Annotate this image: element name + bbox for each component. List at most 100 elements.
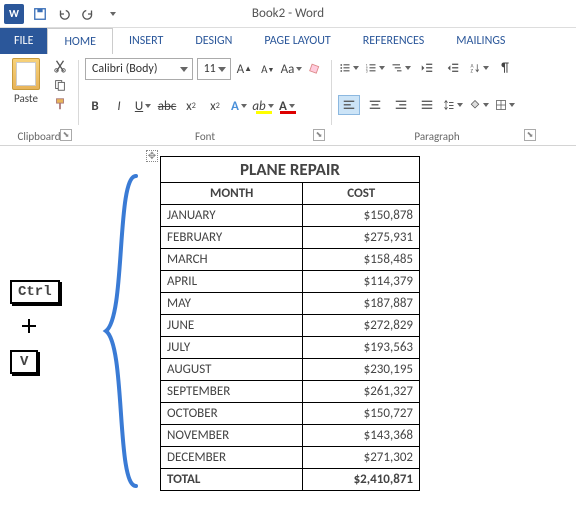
table-row[interactable]: AUGUST$230,195 <box>161 359 420 381</box>
shading-icon[interactable] <box>468 95 490 115</box>
bold-button[interactable]: B <box>85 96 105 116</box>
total-label: TOTAL <box>161 469 303 491</box>
cell-cost: $143,368 <box>303 425 420 447</box>
decrease-indent-icon[interactable] <box>416 58 438 78</box>
tab-insert[interactable]: INSERT <box>113 28 179 54</box>
table-row[interactable]: APRIL$114,379 <box>161 271 420 293</box>
cut-icon[interactable] <box>52 58 68 74</box>
cell-cost: $158,485 <box>303 249 420 271</box>
tab-mailings[interactable]: MAILINGS <box>440 28 521 54</box>
cell-month: JUNE <box>161 315 303 337</box>
save-icon[interactable] <box>32 6 48 22</box>
ribbon-tabs: FILE HOME INSERT DESIGN PAGE LAYOUT REFE… <box>0 28 576 54</box>
numbering-icon[interactable]: 123 <box>364 58 386 78</box>
subscript-button[interactable]: x2 <box>181 96 201 116</box>
header-cost: COST <box>303 183 420 205</box>
tab-home[interactable]: HOME <box>47 28 113 54</box>
align-left-icon[interactable] <box>338 95 360 115</box>
redo-icon[interactable] <box>80 6 96 22</box>
sort-icon[interactable]: AZ <box>468 58 490 78</box>
cell-month: OCTOBER <box>161 403 303 425</box>
table-title: PLANE REPAIR <box>161 157 420 183</box>
grow-font-icon[interactable]: A▲ <box>235 59 254 79</box>
italic-button[interactable]: I <box>109 96 129 116</box>
show-hide-icon[interactable]: ¶ <box>494 58 516 78</box>
table-row[interactable]: JUNE$272,829 <box>161 315 420 337</box>
cell-month: DECEMBER <box>161 447 303 469</box>
cell-cost: $150,727 <box>303 403 420 425</box>
header-month: MONTH <box>161 183 303 205</box>
tab-page-layout[interactable]: PAGE LAYOUT <box>248 28 346 54</box>
table-row[interactable]: OCTOBER$150,727 <box>161 403 420 425</box>
text-effects-icon[interactable]: A <box>229 96 249 116</box>
multilevel-list-icon[interactable] <box>390 58 412 78</box>
svg-text:Z: Z <box>471 69 474 75</box>
paragraph-launcher-icon[interactable]: ⬊ <box>524 129 536 141</box>
table-row[interactable]: MARCH$158,485 <box>161 249 420 271</box>
tab-file[interactable]: FILE <box>0 28 47 54</box>
copy-icon[interactable] <box>52 77 68 93</box>
document-title: Book2 - Word <box>252 6 324 21</box>
table-row[interactable]: DECEMBER$271,302 <box>161 447 420 469</box>
bullets-icon[interactable] <box>338 58 360 78</box>
cell-month: MARCH <box>161 249 303 271</box>
cell-cost: $150,878 <box>303 205 420 227</box>
total-value: $2,410,871 <box>303 469 420 491</box>
table-row[interactable]: NOVEMBER$143,368 <box>161 425 420 447</box>
tab-design[interactable]: DESIGN <box>179 28 248 54</box>
strikethrough-button[interactable]: abc <box>157 96 177 116</box>
font-name-select[interactable]: Calibri (Body) <box>85 58 193 80</box>
cell-month: FEBRUARY <box>161 227 303 249</box>
underline-button[interactable]: U <box>133 96 153 116</box>
svg-text:3: 3 <box>366 70 368 75</box>
shrink-font-icon[interactable]: A▼ <box>258 59 277 79</box>
font-color-icon[interactable]: A <box>277 96 297 116</box>
borders-icon[interactable] <box>494 95 516 115</box>
undo-icon[interactable] <box>56 6 72 22</box>
cell-month: AUGUST <box>161 359 303 381</box>
cell-month: APRIL <box>161 271 303 293</box>
cell-cost: $230,195 <box>303 359 420 381</box>
change-case-icon[interactable]: Aa <box>282 59 302 79</box>
clear-formatting-icon[interactable] <box>306 59 325 79</box>
superscript-button[interactable]: x2 <box>205 96 225 116</box>
cell-cost: $193,563 <box>303 337 420 359</box>
table-row[interactable]: FEBRUARY$275,931 <box>161 227 420 249</box>
qat-customize-icon[interactable] <box>104 6 120 22</box>
clipboard-group-label: Clipboard⬊ <box>6 126 72 143</box>
cell-month: NOVEMBER <box>161 425 303 447</box>
highlight-color-icon[interactable]: ab <box>253 96 273 116</box>
title-bar: W Book2 - Word <box>0 0 576 28</box>
table-row[interactable]: JULY$193,563 <box>161 337 420 359</box>
cell-cost: $275,931 <box>303 227 420 249</box>
table-row[interactable]: JANUARY$150,878 <box>161 205 420 227</box>
clipboard-icon <box>12 58 40 90</box>
line-spacing-icon[interactable] <box>442 95 464 115</box>
justify-icon[interactable] <box>416 95 438 115</box>
plane-repair-table[interactable]: PLANE REPAIR MONTH COST JANUARY$150,878F… <box>160 156 420 491</box>
font-group-label: Font⬊ <box>85 126 325 143</box>
paste-label: Paste <box>14 92 38 105</box>
format-painter-icon[interactable] <box>52 96 68 112</box>
align-right-icon[interactable] <box>390 95 412 115</box>
cell-cost: $272,829 <box>303 315 420 337</box>
paste-button[interactable]: Paste <box>6 58 46 105</box>
paragraph-group-label: Paragraph⬊ <box>338 126 536 143</box>
cell-month: SEPTEMBER <box>161 381 303 403</box>
table-row[interactable]: SEPTEMBER$261,327 <box>161 381 420 403</box>
table-row[interactable]: MAY$187,887 <box>161 293 420 315</box>
cell-cost: $271,302 <box>303 447 420 469</box>
document-area[interactable]: ✥ PLANE REPAIR MONTH COST JANUARY$150,87… <box>0 146 576 518</box>
tab-references[interactable]: REFERENCES <box>347 28 441 54</box>
font-launcher-icon[interactable]: ⬊ <box>313 129 325 141</box>
cell-month: JULY <box>161 337 303 359</box>
increase-indent-icon[interactable] <box>442 58 464 78</box>
brace-annotation <box>98 166 148 496</box>
cell-cost: $261,327 <box>303 381 420 403</box>
clipboard-launcher-icon[interactable]: ⬊ <box>60 129 72 141</box>
v-key-icon: V <box>10 350 38 374</box>
cell-month: JANUARY <box>161 205 303 227</box>
align-center-icon[interactable] <box>364 95 386 115</box>
table-move-handle-icon[interactable]: ✥ <box>146 150 158 162</box>
font-size-select[interactable]: 11 <box>197 58 231 80</box>
